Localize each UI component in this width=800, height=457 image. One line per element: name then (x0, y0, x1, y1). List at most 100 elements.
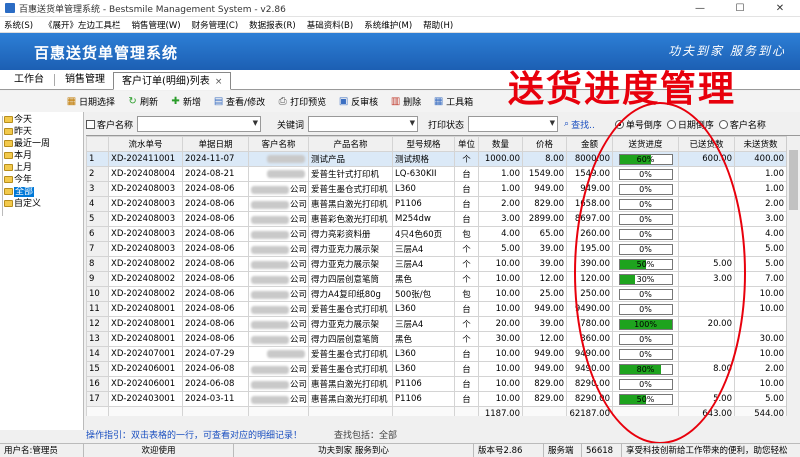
menu-finance[interactable]: 财务管理(C) (192, 19, 239, 31)
progress-cell: 0% (612, 181, 679, 197)
tab-workbench[interactable]: 工作台 (6, 71, 52, 89)
table-row[interactable]: 13 XD-202408001 2024-08-06 公司 得力四层创意笔筒 黑色个 30.… (86, 331, 787, 347)
qty-cell: 3.00 (478, 211, 523, 227)
unsent-cell: 7.00 (734, 271, 787, 287)
order-no-cell: XD-202408003 (108, 211, 183, 227)
column-header[interactable]: 价格 (522, 136, 567, 152)
table-row[interactable]: 11 XD-202408001 2024-08-06 公司 爱普生墨仓式打印机 L360 台… (86, 301, 787, 317)
progress-cell: 50% (612, 391, 679, 407)
customer-select[interactable] (137, 116, 262, 132)
menu-reports[interactable]: 数据报表(R) (249, 19, 296, 31)
table-row[interactable]: 7 XD-202408003 2024-08-06 公司 得力亚克力展示架 三层A4 个 5.… (86, 241, 787, 257)
unit-cell: 包 (454, 226, 479, 242)
column-header[interactable]: 流水单号 (108, 136, 183, 152)
menu-expand-toolbar[interactable]: 《展开》左边工具栏 (44, 19, 121, 31)
sort-order-no-radio[interactable] (614, 119, 624, 129)
close-tab-icon[interactable]: × (215, 77, 223, 87)
column-header[interactable]: 型号规格 (392, 136, 455, 152)
column-header[interactable]: 已送货数 (678, 136, 735, 152)
tree-item-yesterday[interactable]: 昨天 (0, 126, 83, 138)
menu-maintenance[interactable]: 系统维护(M) (364, 19, 412, 31)
sort-order-no-label: 单号倒序 (625, 120, 662, 131)
column-header[interactable]: 单位 (454, 136, 479, 152)
column-header[interactable]: 产品名称 (308, 136, 393, 152)
column-header[interactable]: 送货进度 (612, 136, 679, 152)
tree-item-this-month[interactable]: 本月 (0, 150, 83, 162)
search-status: 查找包括：全部 (334, 431, 398, 441)
toolbox-button[interactable]: ▦ 工具箱 (433, 95, 473, 108)
table-row[interactable]: 17 XD-202403001 2024-03-11 公司 惠普黑白激光打印机 P1106… (86, 391, 787, 407)
maximize-icon[interactable]: ☐ (720, 0, 760, 17)
vertical-scrollbar[interactable] (786, 136, 800, 416)
tree-item-today[interactable]: 今天 (0, 114, 83, 126)
unapprove-button[interactable]: ▣ 反审核 (338, 95, 378, 108)
redacted-customer (251, 290, 289, 299)
redacted-customer (251, 200, 289, 209)
progress-bar: 0% (618, 378, 673, 390)
menu-help[interactable]: 帮助(H) (423, 19, 453, 31)
column-header[interactable]: 客户名称 (248, 136, 309, 152)
tree-item-custom[interactable]: 自定义 (0, 198, 83, 210)
refresh-button[interactable]: ↻ 刷新 (127, 95, 158, 108)
tab-customer-orders[interactable]: 客户订单(明细)列表 × (113, 72, 232, 90)
menu-basic-data[interactable]: 基础资料(B) (307, 19, 353, 31)
close-icon[interactable]: ✕ (760, 0, 800, 17)
product-cell: 得力亚克力展示架 (308, 256, 393, 272)
table-row[interactable]: 12 XD-202408001 2024-08-06 公司 得力亚克力展示架 三层A4 个 2… (86, 316, 787, 332)
tree-item-this-year[interactable]: 今年 (0, 174, 83, 186)
price-cell: 65.00 (522, 226, 567, 242)
price-cell: 2899.00 (522, 211, 567, 227)
tree-item-last-month[interactable]: 上月 (0, 162, 83, 174)
search-link[interactable]: 查找.. (571, 118, 595, 131)
column-header[interactable] (86, 136, 109, 152)
table-row[interactable]: 8 XD-202408002 2024-08-06 公司 得力亚克力展示架 三层A4 个 10… (86, 256, 787, 272)
search-icon: ⌕ (564, 119, 570, 129)
table-row[interactable]: 15 XD-202406001 2024-06-08 公司 爱普生墨仓式打印机 L360 台… (86, 361, 787, 377)
customer-label: 客户名称 (97, 120, 134, 131)
delete-button[interactable]: ▥ 删除 (390, 95, 421, 108)
spec-cell: 500张/包 (392, 286, 455, 302)
column-header[interactable]: 金额 (566, 136, 613, 152)
unsent-cell: 4.00 (734, 226, 787, 242)
customer-cell: 公司 (248, 256, 309, 272)
tab-sales-management[interactable]: 销售管理 (57, 71, 113, 89)
order-no-cell: XD-202408001 (108, 301, 183, 317)
table-row[interactable]: 4 XD-202408003 2024-08-06 公司 惠普黑白激光打印机 P1106 台… (86, 196, 787, 212)
customer-checkbox[interactable] (86, 119, 95, 129)
table-row[interactable]: 14 XD-202407001 2024-07-29 爱普生墨仓式打印机 L360 台 10… (86, 346, 787, 362)
table-row[interactable]: 16 XD-202406001 2024-06-08 公司 惠普黑白激光打印机 P1106… (86, 376, 787, 392)
minimize-icon[interactable]: — (680, 0, 720, 17)
sort-date-radio[interactable] (666, 119, 676, 129)
menu-system[interactable]: 系统(S) (4, 19, 33, 31)
customer-cell: 公司 (248, 241, 309, 257)
calendar-icon: ▦ (66, 96, 77, 107)
date-select-button[interactable]: ▦ 日期选择 (66, 95, 115, 108)
column-header[interactable]: 未送货数 (734, 136, 787, 152)
tree-item-last-week[interactable]: 最近一周 (0, 138, 83, 150)
print-preview-button[interactable]: ⎙ 打印预览 (277, 95, 327, 108)
tree-label: 昨天 (14, 127, 33, 137)
progress-cell: 60% (612, 151, 679, 167)
print-status-select[interactable] (468, 116, 559, 132)
view-edit-button[interactable]: ▤ 查看/修改 (213, 95, 265, 108)
table-row[interactable]: 3 XD-202408003 2024-08-06 公司 爱普生墨仓式打印机 L360 台 1… (86, 181, 787, 197)
price-cell: 39.00 (522, 316, 567, 332)
table-row[interactable]: 6 XD-202408003 2024-08-06 公司 得力亮彩资料册 4只4色60页包… (86, 226, 787, 242)
add-button[interactable]: ✚ 新增 (170, 95, 201, 108)
menu-sales[interactable]: 销售管理(W) (132, 19, 181, 31)
column-header[interactable]: 单据日期 (182, 136, 249, 152)
table-row[interactable]: 9 XD-202408002 2024-08-06 公司 得力四层创意笔筒 黑色个 10.0… (86, 271, 787, 287)
table-row[interactable]: 5 XD-202408003 2024-08-06 公司 惠普彩色激光打印机 M254dw… (86, 211, 787, 227)
unsent-cell: 3.00 (734, 211, 787, 227)
sort-customer-radio[interactable] (718, 119, 728, 129)
scrollbar-thumb[interactable] (789, 150, 798, 210)
table-row[interactable]: 1 XD-202411001 2024-11-07 测试产品 测试规格个 1000.00 8… (86, 151, 787, 167)
tab-customer-orders-label: 客户订单(明细)列表 (122, 76, 210, 87)
unit-cell: 台 (454, 211, 479, 227)
tree-item-all[interactable]: 全部 (0, 186, 83, 198)
keyword-input[interactable] (308, 116, 419, 132)
sent-cell (678, 331, 735, 347)
table-row[interactable]: 10 XD-202408002 2024-08-06 公司 得力A4复印纸80g 500张… (86, 286, 787, 302)
column-header[interactable]: 数量 (478, 136, 523, 152)
table-row[interactable]: 2 XD-202408004 2024-08-21 爱普生针式打印机 LQ-630KII… (86, 166, 787, 182)
